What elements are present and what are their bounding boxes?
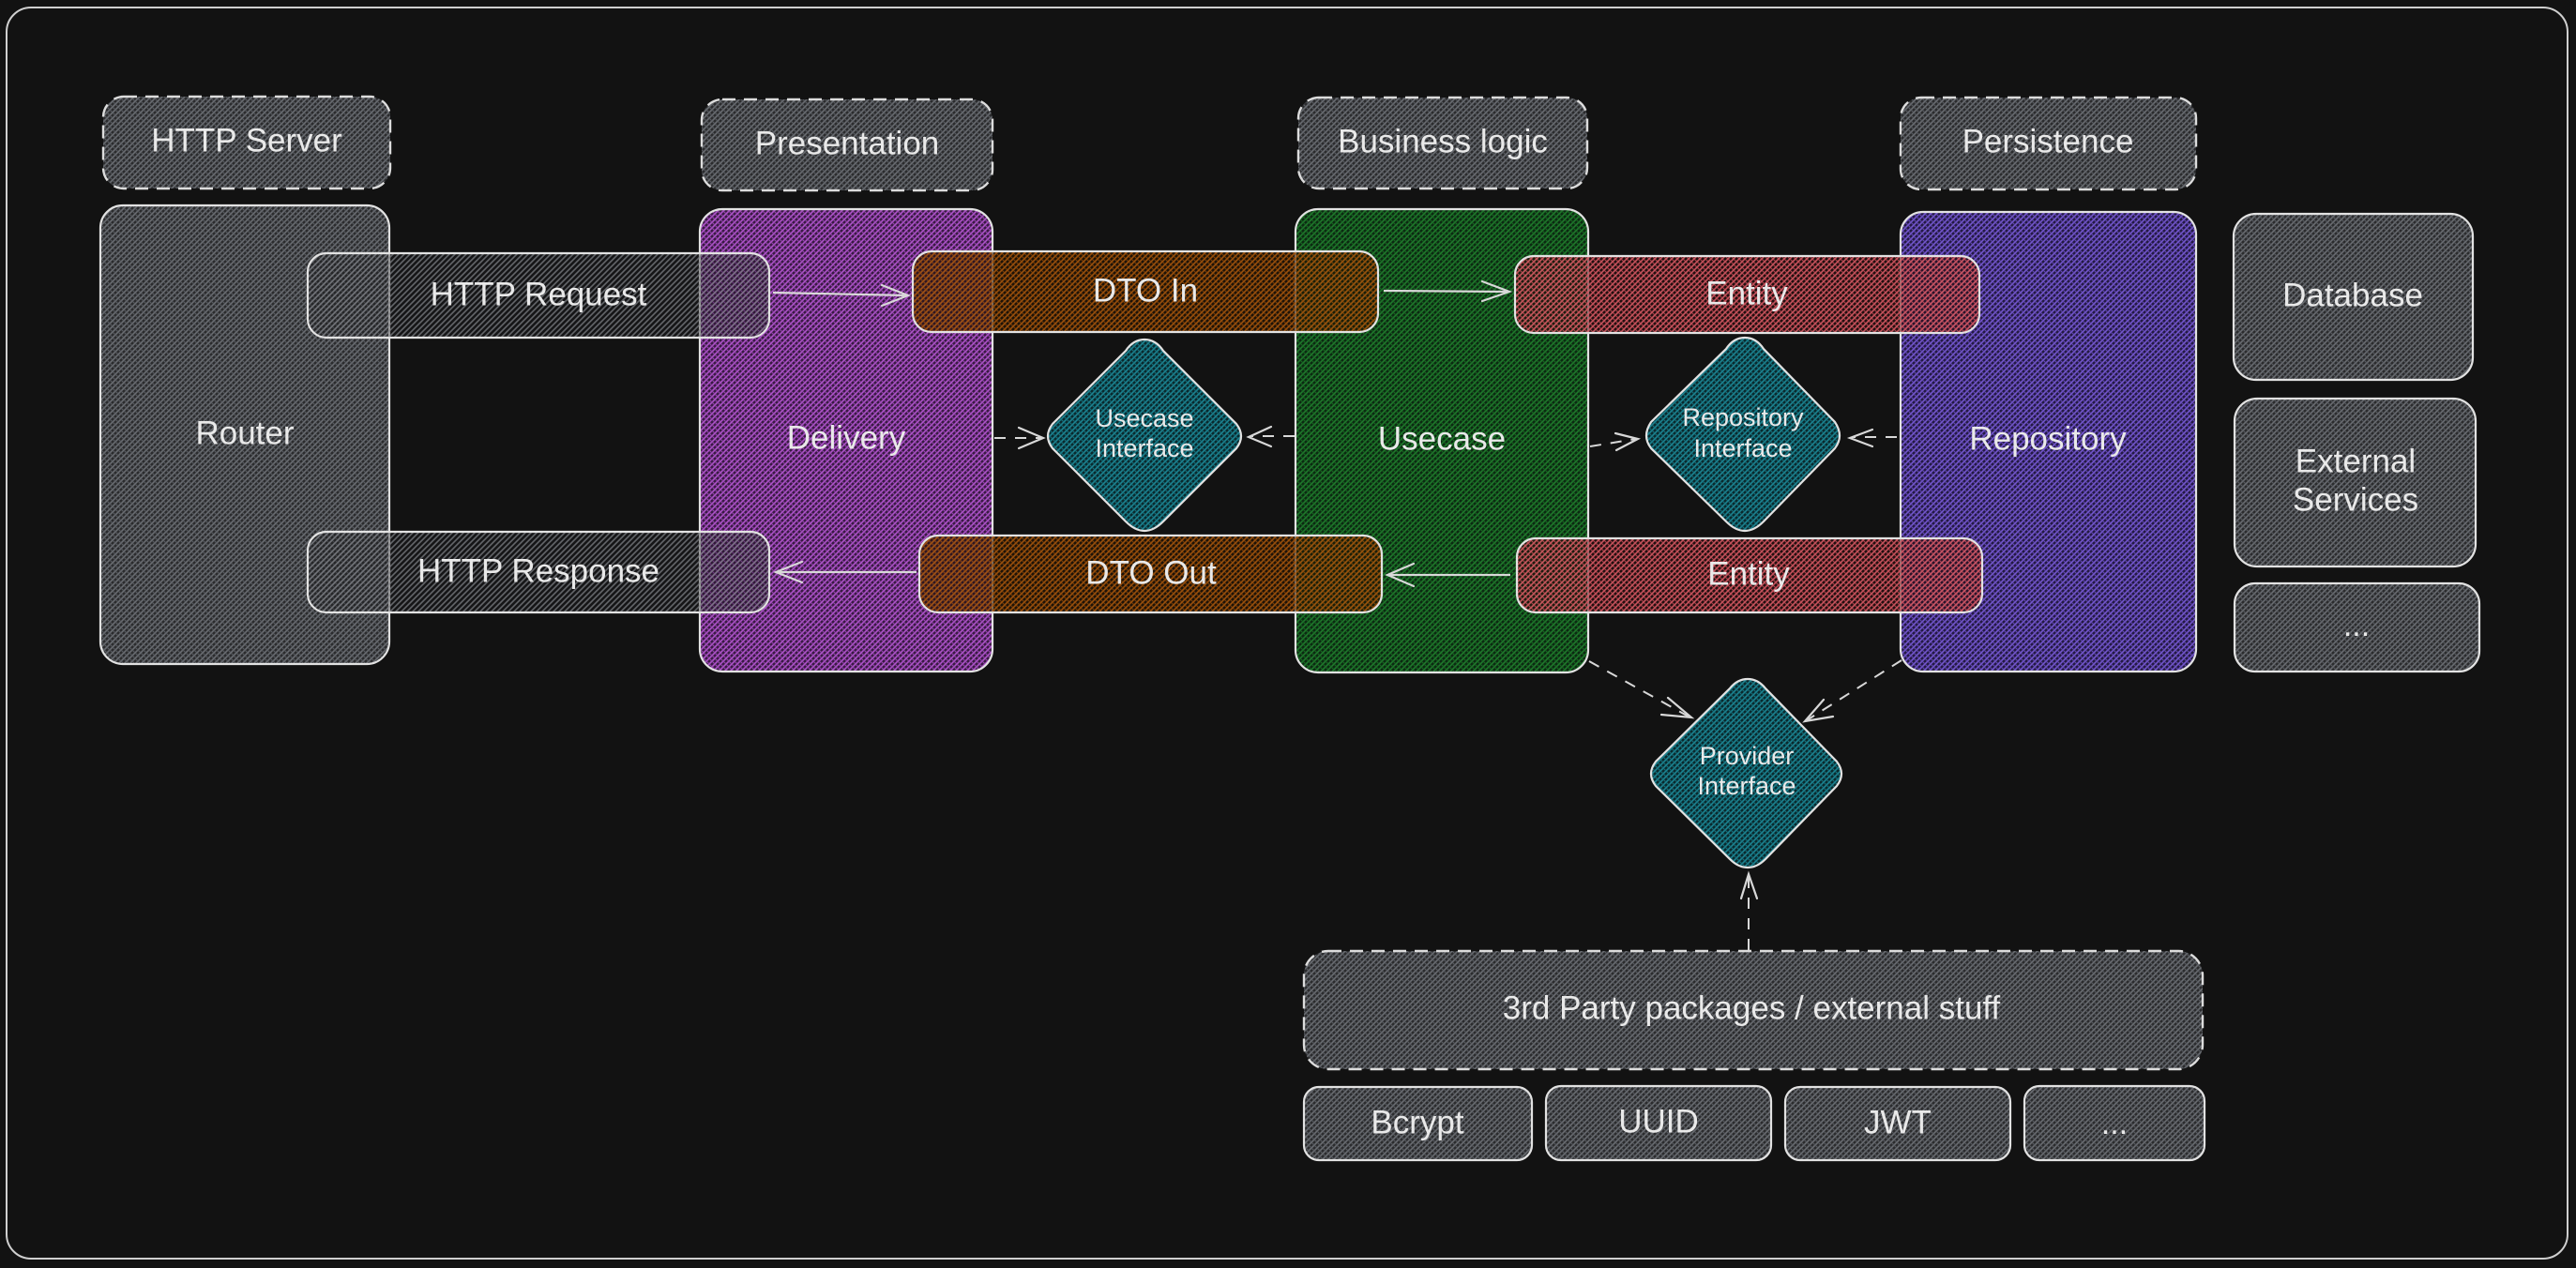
arrow-usecase-to-usecase-interface [1246, 425, 1295, 448]
datasource-database: Database [2232, 212, 2475, 382]
column-router-label: Router [195, 415, 294, 451]
datasource-database-label: Database [2282, 277, 2423, 313]
flow-http-response-label: HTTP Response [417, 552, 659, 589]
arrow-delivery-to-usecase-interface [994, 426, 1046, 450]
package-bcrypt: Bcrypt [1302, 1085, 1534, 1162]
column-delivery-label: Delivery [787, 419, 906, 456]
column-repository-label: Repository [1969, 420, 2127, 457]
arrow-usecase-to-repository-interface [1589, 431, 1642, 452]
flow-http-response: HTTP Response [306, 530, 771, 614]
datasource-external-services-label-line2: Services [2293, 481, 2418, 518]
layer-persistence-label: Persistence [1962, 123, 2134, 159]
package-more: ... [2023, 1084, 2206, 1162]
third-party-title: 3rd Party packages / external stuff [1503, 989, 2001, 1026]
usecase-interface-label-line1: Usecase [1095, 404, 1193, 432]
architecture-diagram: HTTP Server Presentation Business logic … [6, 7, 2568, 1260]
datasource-more-label: ... [2343, 608, 2370, 643]
layer-persistence: Persistence [1899, 96, 2198, 191]
repository-interface-diamond: Repository Interface [1644, 336, 1841, 533]
layer-presentation-label: Presentation [755, 125, 940, 161]
datasource-external-services-label-line1: External [2296, 443, 2416, 479]
layer-presentation: Presentation [700, 98, 994, 192]
arrow-repository-to-repository-interface [1846, 428, 1897, 448]
flow-entity-in-label: Entity [1705, 275, 1788, 311]
layer-business-logic-label: Business logic [1338, 123, 1548, 159]
layer-business-logic: Business logic [1296, 96, 1589, 190]
repository-interface-label-line1: Repository [1682, 403, 1804, 431]
package-bcrypt-label: Bcrypt [1371, 1104, 1463, 1140]
package-jwt: JWT [1783, 1085, 2012, 1162]
arrow-usecase-to-provider-interface [1588, 660, 1695, 719]
datasource-more: ... [2233, 581, 2481, 673]
column-usecase-label: Usecase [1378, 420, 1506, 457]
flow-dto-out-label: DTO Out [1085, 554, 1217, 591]
package-jwt-label: JWT [1864, 1104, 1932, 1140]
provider-interface-label-line1: Provider [1700, 742, 1795, 770]
provider-interface-label-line2: Interface [1697, 772, 1796, 800]
flow-entity-out: Entity [1515, 536, 1984, 614]
flow-http-request-label: HTTP Request [431, 276, 647, 312]
flow-entity-in: Entity [1513, 254, 1981, 335]
package-uuid: UUID [1544, 1084, 1773, 1162]
usecase-interface-label-line2: Interface [1095, 434, 1193, 462]
usecase-interface-diamond: Usecase Interface [1046, 338, 1243, 533]
datasource-external-services: External Services [2233, 397, 2478, 568]
flow-dto-out: DTO Out [917, 534, 1384, 614]
repository-interface-label-line2: Interface [1693, 434, 1792, 462]
layer-http-server-label: HTTP Server [151, 122, 342, 158]
package-uuid-label: UUID [1618, 1103, 1699, 1140]
flow-dto-in: DTO In [911, 249, 1380, 334]
flow-entity-out-label: Entity [1707, 555, 1790, 592]
layer-http-server: HTTP Server [101, 95, 392, 190]
package-more-label: ... [2101, 1106, 2128, 1141]
flow-http-request: HTTP Request [306, 251, 771, 340]
third-party-group: 3rd Party packages / external stuff [1302, 949, 2205, 1071]
flow-dto-in-label: DTO In [1093, 272, 1198, 309]
arrow-third-party-to-provider-interface [1739, 870, 1759, 950]
arrow-repository-to-provider-interface [1802, 659, 1902, 723]
